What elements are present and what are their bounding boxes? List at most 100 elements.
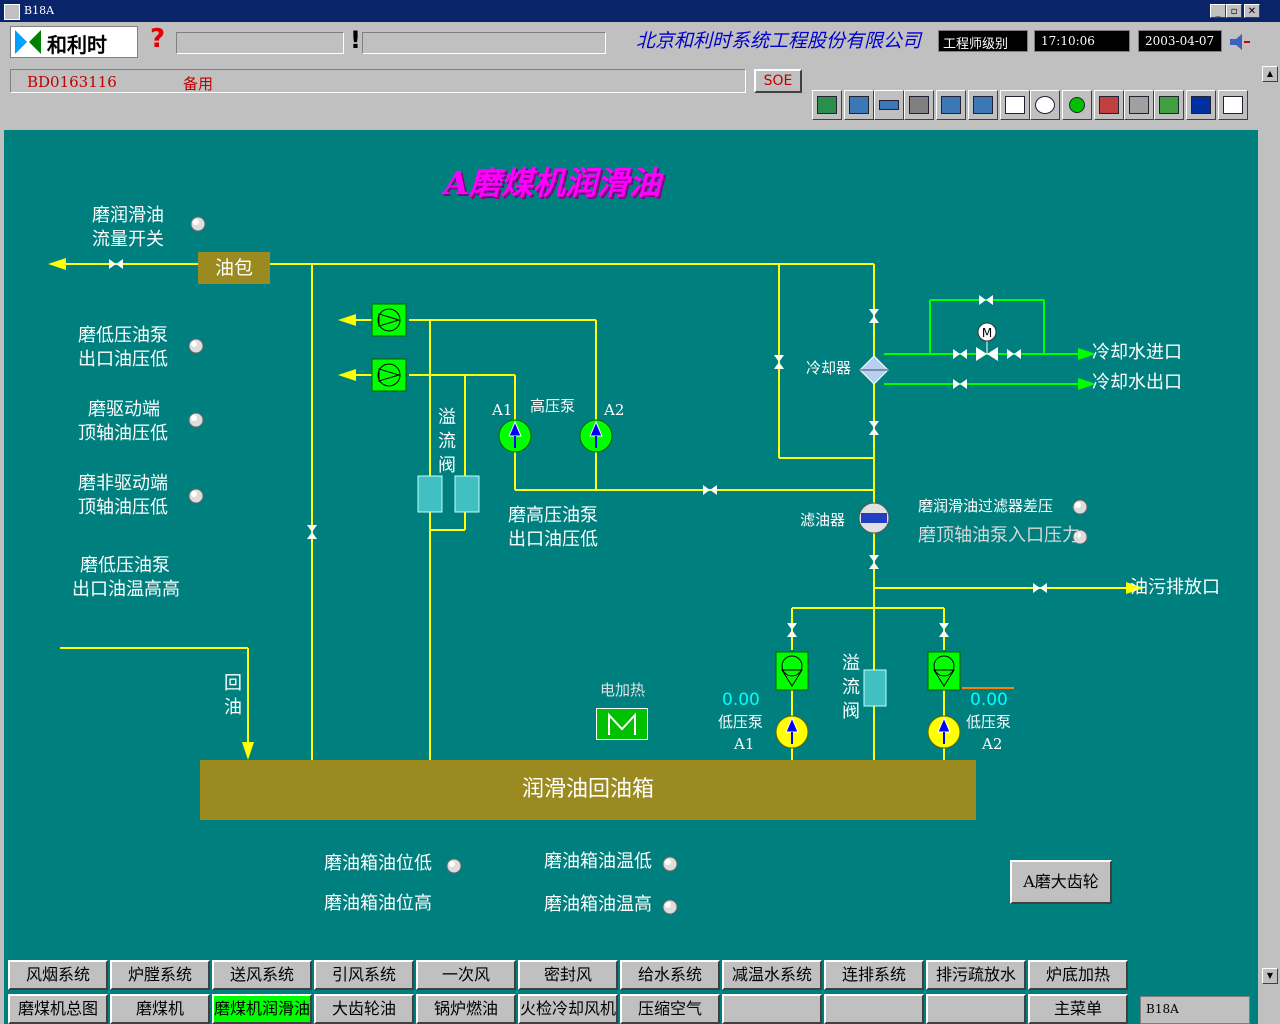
lp-pump1-label: 低压泵 bbox=[718, 713, 764, 731]
header-panel: 和利时 ? ! 北京和利时系统工程股份有限公司 工程师级别 17:10:06 2… bbox=[0, 22, 1258, 130]
drive-end-label-2: 顶轴油压低 bbox=[78, 423, 168, 444]
flow-switch-label-2: 流量开关 bbox=[92, 229, 164, 250]
cooling-water-in: 冷却水进口 bbox=[1092, 342, 1182, 363]
tank-level-low-label: 磨油箱油位低 bbox=[324, 853, 432, 874]
system-menu-icon[interactable] bbox=[4, 4, 20, 20]
logo-icon bbox=[15, 30, 41, 54]
minimize-button[interactable]: _ bbox=[1210, 4, 1226, 18]
overflow-valve-label-2c: 阀 bbox=[842, 701, 860, 722]
nav-button-row1-2[interactable]: 送风系统 bbox=[212, 960, 312, 990]
toolbar-button-14[interactable] bbox=[1218, 90, 1248, 120]
logo-text: 和利时 bbox=[47, 33, 107, 57]
toolbar-button-11[interactable] bbox=[1124, 90, 1154, 120]
nav-button-row1-6[interactable]: 给水系统 bbox=[620, 960, 720, 990]
nondrive-end-label-2: 顶轴油压低 bbox=[78, 497, 168, 518]
lp-pump-temp-label-2: 出口油温高高 bbox=[72, 579, 180, 600]
toolbar-button-4[interactable] bbox=[904, 90, 934, 120]
nav-button-row2-7[interactable] bbox=[722, 994, 822, 1024]
diagram-canvas: M A磨煤机润滑油 磨润滑油 流量开关 油包 磨低压油泵 出口油压低 磨驱动端 … bbox=[4, 130, 1258, 956]
lp-pump-pressure-label-1: 磨低压油泵 bbox=[78, 325, 168, 346]
diagram-title: A磨煤机润滑油 bbox=[444, 164, 661, 202]
scroll-down-button[interactable]: ▼ bbox=[1262, 968, 1278, 984]
nav-button-row2-5[interactable]: 火检冷却风机 bbox=[518, 994, 618, 1024]
toolbar-button-9[interactable] bbox=[1062, 90, 1092, 120]
valve-icon bbox=[109, 259, 1047, 637]
toolbar-button-5[interactable] bbox=[936, 90, 966, 120]
hp-pump-a1-label: A1 bbox=[492, 401, 513, 419]
overflow-valve-label-1b: 流 bbox=[438, 431, 456, 452]
overflow-valve-label-2b: 流 bbox=[842, 677, 860, 698]
bottom-navigation: 风烟系统 炉膛系统 送风系统 引风系统 一次风 密封风 给水系统 减温水系统 连排系统 排污疏放水… bbox=[4, 956, 1258, 1024]
vertical-scrollbar[interactable] bbox=[1260, 22, 1280, 1024]
toolbar-button-6[interactable] bbox=[968, 90, 998, 120]
nav-button-row1-7[interactable]: 减温水系统 bbox=[722, 960, 822, 990]
nav-button-row1-1[interactable]: 炉膛系统 bbox=[110, 960, 210, 990]
nav-button-row2-4[interactable]: 锅炉燃油 bbox=[416, 994, 516, 1024]
soe-button[interactable]: SOE bbox=[754, 69, 802, 93]
company-name: 北京和利时系统工程股份有限公司 bbox=[636, 30, 922, 52]
filter-icon bbox=[858, 502, 890, 534]
toolbar-button-1[interactable] bbox=[812, 90, 842, 120]
toolbar-button-13[interactable] bbox=[1186, 90, 1216, 120]
nav-button-row1-9[interactable]: 排污疏放水 bbox=[926, 960, 1026, 990]
speaker-icon[interactable] bbox=[1228, 32, 1252, 52]
svg-text:M: M bbox=[982, 326, 992, 340]
nav-button-row2-0[interactable]: 磨煤机总图 bbox=[8, 994, 108, 1024]
window-title: B18A bbox=[24, 4, 55, 17]
overflow-valve-label-1a: 溢 bbox=[438, 407, 456, 428]
tank-level-high-label: 磨油箱油位高 bbox=[324, 893, 432, 914]
toolbar-button-2[interactable] bbox=[844, 90, 874, 120]
message-field-2 bbox=[362, 32, 606, 54]
motor-icon: M bbox=[976, 322, 998, 361]
nav-button-row2-2[interactable]: 磨煤机润滑油 bbox=[212, 994, 312, 1024]
nav-button-row2-3[interactable]: 大齿轮油 bbox=[314, 994, 414, 1024]
status-tag: B18A bbox=[1140, 996, 1250, 1024]
nav-button-row1-4[interactable]: 一次风 bbox=[416, 960, 516, 990]
cooling-water-out: 冷却水出口 bbox=[1092, 372, 1182, 393]
nav-button-row1-10[interactable]: 炉底加热 bbox=[1028, 960, 1128, 990]
clock-date: 2003-04-07 bbox=[1138, 30, 1222, 52]
tank-temp-high-label: 磨油箱油温高 bbox=[544, 894, 652, 915]
maximize-button[interactable]: ▫ bbox=[1226, 4, 1242, 18]
alarm-icon[interactable]: ! bbox=[350, 26, 361, 54]
point-desc: 备用 bbox=[183, 75, 214, 93]
nav-button-row2-1[interactable]: 磨煤机 bbox=[110, 994, 210, 1024]
toolbar-button-7[interactable] bbox=[1000, 90, 1030, 120]
message-field-1 bbox=[176, 32, 344, 54]
big-gear-button[interactable]: A磨大齿轮 bbox=[1010, 860, 1112, 904]
hp-pump-a2-label: A2 bbox=[604, 401, 625, 419]
toolbar-button-8[interactable] bbox=[1030, 90, 1060, 120]
title-bar: B18A _ ▫ ✕ bbox=[0, 0, 1280, 22]
cooler-icon bbox=[859, 355, 889, 385]
nav-button-row2-8[interactable] bbox=[824, 994, 924, 1024]
oil-return-tank: 润滑油回油箱 bbox=[200, 760, 976, 820]
tank-temp-low-label: 磨油箱油温低 bbox=[544, 851, 652, 872]
nav-button-row2-9[interactable] bbox=[926, 994, 1026, 1024]
toolbar-button-12[interactable] bbox=[1154, 90, 1184, 120]
return-oil-label-b: 油 bbox=[224, 697, 242, 718]
nav-button-row2-6[interactable]: 压缩空气 bbox=[620, 994, 720, 1024]
nav-button-row2-10[interactable]: 主菜单 bbox=[1028, 994, 1128, 1024]
nav-button-row1-8[interactable]: 连排系统 bbox=[824, 960, 924, 990]
scroll-up-button[interactable]: ▲ bbox=[1262, 66, 1278, 82]
heater-label: 电加热 bbox=[600, 681, 646, 699]
overflow-valve-label-1c: 阀 bbox=[438, 455, 456, 476]
user-level: 工程师级别 bbox=[938, 30, 1028, 52]
nav-button-row1-3[interactable]: 引风系统 bbox=[314, 960, 414, 990]
cooler-label: 冷却器 bbox=[806, 359, 852, 377]
toolbar-button-3[interactable] bbox=[874, 90, 904, 120]
flow-switch-label-1: 磨润滑油 bbox=[92, 205, 164, 226]
close-button[interactable]: ✕ bbox=[1244, 4, 1260, 18]
jack-pump-inlet-label: 磨顶轴油泵入口压力 bbox=[918, 525, 1080, 546]
drive-end-label-1: 磨驱动端 bbox=[88, 399, 160, 420]
lp-pump-temp-label-1: 磨低压油泵 bbox=[80, 555, 170, 576]
filter-label: 滤油器 bbox=[800, 511, 846, 529]
nav-button-row1-0[interactable]: 风烟系统 bbox=[8, 960, 108, 990]
help-icon[interactable]: ? bbox=[150, 24, 165, 54]
nondrive-end-label-1: 磨非驱动端 bbox=[78, 473, 168, 494]
toolbar-button-10[interactable] bbox=[1094, 90, 1124, 120]
hp-pump-pressure-label-2: 出口油压低 bbox=[508, 529, 598, 550]
nav-button-row1-5[interactable]: 密封风 bbox=[518, 960, 618, 990]
lp-pump2-label: 低压泵 bbox=[966, 713, 1012, 731]
heater-icon[interactable] bbox=[596, 708, 648, 740]
